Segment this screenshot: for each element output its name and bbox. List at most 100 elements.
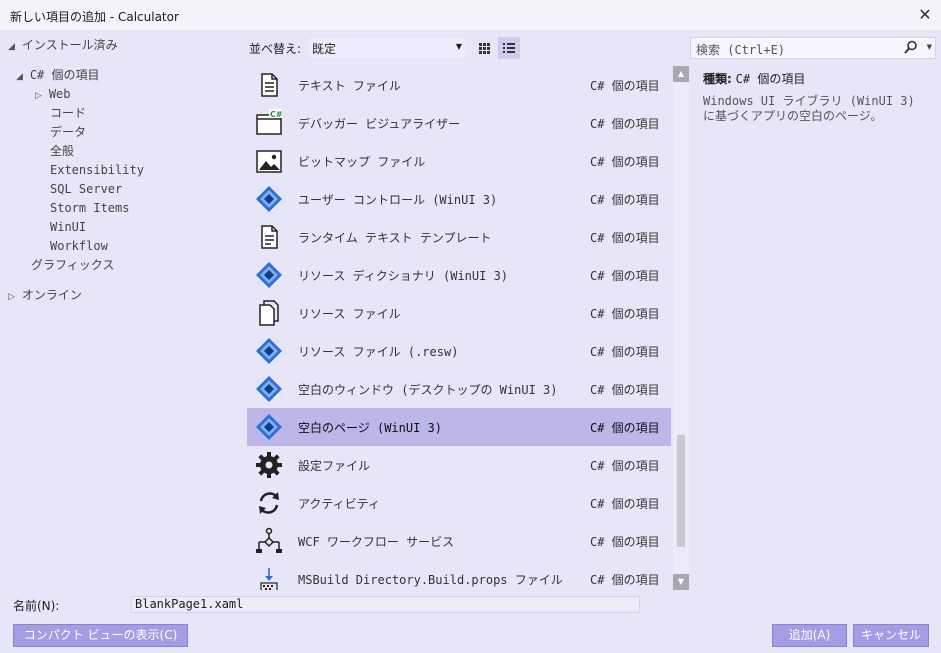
template-category: C# 個の項目 bbox=[590, 155, 660, 169]
name-value: BlankPage1.xaml bbox=[135, 597, 244, 611]
winui-icon bbox=[255, 185, 283, 213]
template-row[interactable]: 空白のページ (WinUI 3) C# 個の項目 bbox=[247, 408, 671, 446]
template-category: C# 個の項目 bbox=[590, 345, 660, 359]
template-row[interactable]: 設定ファイル C# 個の項目 bbox=[247, 446, 671, 484]
template-name: MSBuild Directory.Build.props ファイル bbox=[298, 573, 563, 587]
template-row[interactable]: ユーザー コントロール (WinUI 3) C# 個の項目 bbox=[247, 180, 671, 218]
name-field[interactable]: BlankPage1.xaml bbox=[131, 596, 640, 613]
template-name: ランタイム テキスト テンプレート bbox=[298, 231, 492, 245]
template-row[interactable]: アクティビティ C# 個の項目 bbox=[247, 484, 671, 522]
tree-label: インストール済み bbox=[21, 38, 118, 52]
chevron-down-icon: ▼ bbox=[455, 42, 462, 51]
template-category: C# 個の項目 bbox=[590, 117, 660, 131]
tree-item-storm-items[interactable]: Storm Items bbox=[50, 199, 129, 217]
scroll-up-icon[interactable]: ▲ bbox=[673, 66, 689, 82]
template-row[interactable]: 空白のウィンドウ (デスクトップの WinUI 3) C# 個の項目 bbox=[247, 370, 671, 408]
search-input[interactable]: 検索 (Ctrl+E) ▼ bbox=[690, 37, 936, 59]
template-category: C# 個の項目 bbox=[590, 231, 660, 245]
template-category: C# 個の項目 bbox=[590, 497, 660, 511]
template-row[interactable]: テキスト ファイル C# 個の項目 bbox=[247, 66, 671, 104]
tree-item-winui[interactable]: WinUI bbox=[50, 218, 86, 236]
tree-item-graphics[interactable]: グラフィックス bbox=[31, 256, 114, 274]
expanded-arrow-icon: ◢ bbox=[8, 42, 15, 52]
name-label: 名前(N): bbox=[13, 599, 60, 613]
winui-icon bbox=[255, 413, 283, 441]
compact-view-button[interactable]: コンパクト ビューの表示(C) bbox=[13, 624, 188, 647]
sort-label: 並べ替え: bbox=[249, 42, 302, 56]
settings-gear-icon bbox=[255, 451, 283, 479]
template-category: C# 個の項目 bbox=[590, 459, 660, 473]
scrollbar-thumb[interactable] bbox=[677, 435, 685, 547]
template-name: テキスト ファイル bbox=[298, 79, 401, 93]
details-pane: 種類: C# 個の項目 Windows UI ライブラリ (WinUI 3) に… bbox=[703, 70, 928, 124]
tree-item-installed[interactable]: ◢ インストール済み bbox=[8, 36, 118, 54]
template-category: C# 個の項目 bbox=[590, 421, 660, 435]
document-icon bbox=[255, 71, 283, 99]
details-description: Windows UI ライブラリ (WinUI 3) に基づくアプリの空白のペー… bbox=[703, 94, 915, 123]
search-icon[interactable] bbox=[903, 39, 919, 55]
template-category: C# 個の項目 bbox=[590, 383, 660, 397]
search-placeholder: 検索 (Ctrl+E) bbox=[696, 43, 786, 57]
template-name: デバッガー ビジュアライザー bbox=[298, 117, 461, 131]
template-list: テキスト ファイル C# 個の項目 C# デバッガー ビジュアライザー C# 個の項目ビ… bbox=[247, 66, 671, 590]
template-name: 空白のウィンドウ (デスクトップの WinUI 3) bbox=[298, 383, 558, 397]
close-icon[interactable]: ✕ bbox=[915, 5, 935, 25]
tree-item-csharp[interactable]: ◢ C# 個の項目 bbox=[16, 66, 100, 84]
scroll-down-icon[interactable]: ▼ bbox=[673, 574, 689, 590]
template-row[interactable]: WCF ワークフロー サービス C# 個の項目 bbox=[247, 522, 671, 560]
window-title: 新しい項目の追加 - Calculator bbox=[10, 10, 179, 24]
template-row[interactable]: リソース ファイル (.resw) C# 個の項目 bbox=[247, 332, 671, 370]
template-category: C# 個の項目 bbox=[590, 79, 660, 93]
msbuild-icon bbox=[255, 565, 283, 590]
workflow-service-icon bbox=[255, 527, 283, 555]
search-options-icon[interactable]: ▼ bbox=[927, 43, 932, 51]
template-row[interactable]: ランタイム テキスト テンプレート C# 個の項目 bbox=[247, 218, 671, 256]
svg-text:C#: C# bbox=[270, 110, 283, 119]
tree-label: C# 個の項目 bbox=[29, 68, 100, 82]
grid-view-button[interactable] bbox=[473, 37, 495, 59]
tree-item-general[interactable]: 全般 bbox=[50, 142, 74, 160]
template-category: C# 個の項目 bbox=[590, 573, 660, 587]
template-name: 設定ファイル bbox=[298, 459, 371, 473]
expanded-arrow-icon: ◢ bbox=[16, 72, 23, 82]
template-category: C# 個の項目 bbox=[590, 307, 660, 321]
tree-item-sql-server[interactable]: SQL Server bbox=[50, 180, 122, 198]
list-view-icon bbox=[503, 43, 515, 53]
template-name: リソース ディクショナリ (WinUI 3) bbox=[298, 269, 509, 283]
template-name: ビットマップ ファイル bbox=[298, 155, 426, 169]
debugger-visualizer-icon: C# bbox=[255, 109, 283, 137]
winui-icon bbox=[255, 337, 283, 365]
list-scrollbar[interactable]: ▲ ▼ bbox=[673, 66, 689, 590]
tree-item-online[interactable]: ▷ オンライン bbox=[8, 286, 82, 304]
template-row[interactable]: リソース ファイル C# 個の項目 bbox=[247, 294, 671, 332]
template-category: C# 個の項目 bbox=[590, 269, 660, 283]
template-name: ユーザー コントロール (WinUI 3) bbox=[298, 193, 498, 207]
cancel-button[interactable]: キャンセル bbox=[853, 624, 929, 647]
template-name: 空白のページ (WinUI 3) bbox=[298, 421, 443, 435]
template-category: C# 個の項目 bbox=[590, 193, 660, 207]
text-template-icon bbox=[255, 223, 283, 251]
template-name: リソース ファイル (.resw) bbox=[298, 345, 459, 359]
template-row[interactable]: C# デバッガー ビジュアライザー C# 個の項目 bbox=[247, 104, 671, 142]
tree-label: Web bbox=[48, 87, 71, 101]
resource-file-icon bbox=[255, 299, 283, 327]
template-name: リソース ファイル bbox=[298, 307, 401, 321]
sort-dropdown[interactable]: 既定 ▼ bbox=[309, 38, 466, 58]
activity-icon bbox=[255, 489, 283, 517]
tree-item-web[interactable]: ▷ Web bbox=[35, 85, 71, 103]
add-button[interactable]: 追加(A) bbox=[772, 624, 847, 647]
title-bar: 新しい項目の追加 - Calculator ✕ bbox=[0, 0, 941, 30]
list-view-button[interactable] bbox=[498, 37, 520, 59]
template-row[interactable]: リソース ディクショナリ (WinUI 3) C# 個の項目 bbox=[247, 256, 671, 294]
kind-label: 種類: bbox=[703, 72, 732, 86]
collapsed-arrow-icon: ▷ bbox=[8, 292, 15, 302]
tree-item-data[interactable]: データ bbox=[50, 123, 86, 141]
template-row[interactable]: ビットマップ ファイル C# 個の項目 bbox=[247, 142, 671, 180]
tree-item-workflow[interactable]: Workflow bbox=[50, 237, 108, 255]
template-row[interactable]: MSBuild Directory.Build.props ファイル C# 個の項… bbox=[247, 560, 671, 590]
tree-item-code[interactable]: コード bbox=[50, 104, 86, 122]
details-kind: 種類: C# 個の項目 bbox=[703, 70, 928, 87]
grid-view-icon bbox=[479, 43, 490, 54]
collapsed-arrow-icon: ▷ bbox=[35, 91, 42, 101]
tree-item-extensibility[interactable]: Extensibility bbox=[50, 161, 144, 179]
